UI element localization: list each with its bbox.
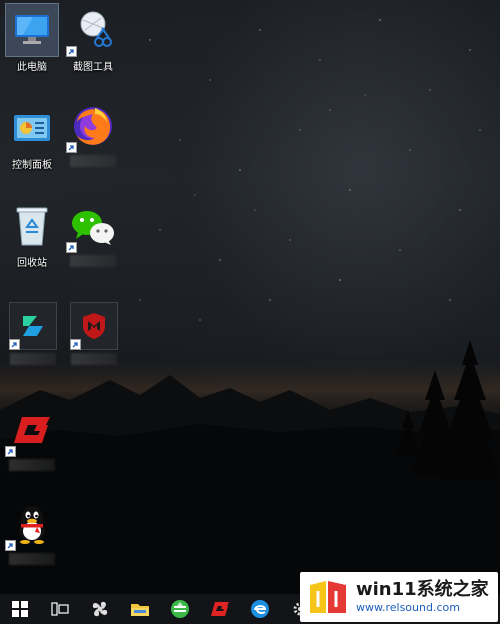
- blurred-label: [71, 353, 117, 365]
- shortcut-arrow-icon: [66, 242, 77, 253]
- mountain-silhouette: [0, 340, 500, 594]
- blurred-label: [10, 353, 56, 365]
- red-app-button[interactable]: [200, 594, 240, 624]
- this-pc-label: 此电脑: [17, 62, 47, 73]
- watermark: win11系统之家 www.relsound.com: [300, 572, 498, 622]
- ie-edge-icon: [251, 600, 269, 618]
- snipping-tool-label: 截图工具: [73, 62, 113, 73]
- green-browser-icon: [171, 600, 189, 618]
- folder-icon: [131, 604, 149, 616]
- blurred-label: [70, 155, 116, 167]
- watermark-url: www.relsound.com: [356, 601, 460, 614]
- shortcut-arrow-icon: [9, 339, 20, 350]
- watermark-title: win11系统之家: [356, 579, 489, 600]
- shortcut-arrow-icon: [5, 446, 16, 457]
- blurred-label: [9, 553, 55, 565]
- control-panel-icon: [6, 102, 58, 154]
- desktop-icon-this-pc[interactable]: 此电脑: [4, 3, 60, 73]
- file-explorer-button[interactable]: [120, 594, 160, 624]
- mcafee-shield-icon: [70, 302, 118, 350]
- desktop-icon-wechat[interactable]: [65, 200, 121, 267]
- desktop-icon-recycle-bin[interactable]: 回收站: [4, 200, 60, 269]
- task-view-button[interactable]: [40, 594, 80, 624]
- desktop-icon-qq[interactable]: [4, 498, 60, 565]
- desktop-icon-mcafee[interactable]: [66, 302, 122, 365]
- g-app-icon: [5, 404, 58, 457]
- green-browser-button[interactable]: [160, 594, 200, 624]
- shortcut-arrow-icon: [66, 142, 77, 153]
- edge-button[interactable]: [240, 594, 280, 624]
- snipping-tool-icon: [66, 4, 119, 57]
- this-pc-icon: [5, 3, 59, 57]
- recycle-bin-icon: [6, 200, 58, 252]
- red-g-icon: [211, 602, 229, 616]
- desktop: 此电脑 控制面板 回收站 截图工具: [0, 0, 500, 594]
- desktop-icon-green-app[interactable]: [5, 302, 61, 365]
- green-app-icon: [9, 302, 57, 350]
- qq-penguin-icon: [5, 498, 58, 551]
- control-panel-label: 控制面板: [12, 160, 52, 171]
- windows-logo-icon: [12, 601, 28, 617]
- blurred-label: [9, 459, 55, 471]
- recycle-bin-label: 回收站: [17, 258, 47, 269]
- fan-app-button[interactable]: [80, 594, 120, 624]
- fan-icon: [92, 601, 108, 617]
- firefox-icon: [66, 100, 119, 153]
- watermark-logo-icon: [310, 581, 346, 613]
- shortcut-arrow-icon: [70, 339, 81, 350]
- desktop-icon-firefox[interactable]: [65, 100, 121, 167]
- desktop-icon-control-panel[interactable]: 控制面板: [4, 102, 60, 171]
- shortcut-arrow-icon: [5, 540, 16, 551]
- desktop-icon-snipping-tool[interactable]: 截图工具: [65, 4, 121, 73]
- blurred-label: [70, 255, 116, 267]
- start-button[interactable]: [0, 594, 40, 624]
- desktop-icon-g-app[interactable]: [4, 404, 60, 471]
- wechat-icon: [66, 200, 119, 253]
- task-view-icon: [51, 602, 69, 616]
- shortcut-arrow-icon: [66, 46, 77, 57]
